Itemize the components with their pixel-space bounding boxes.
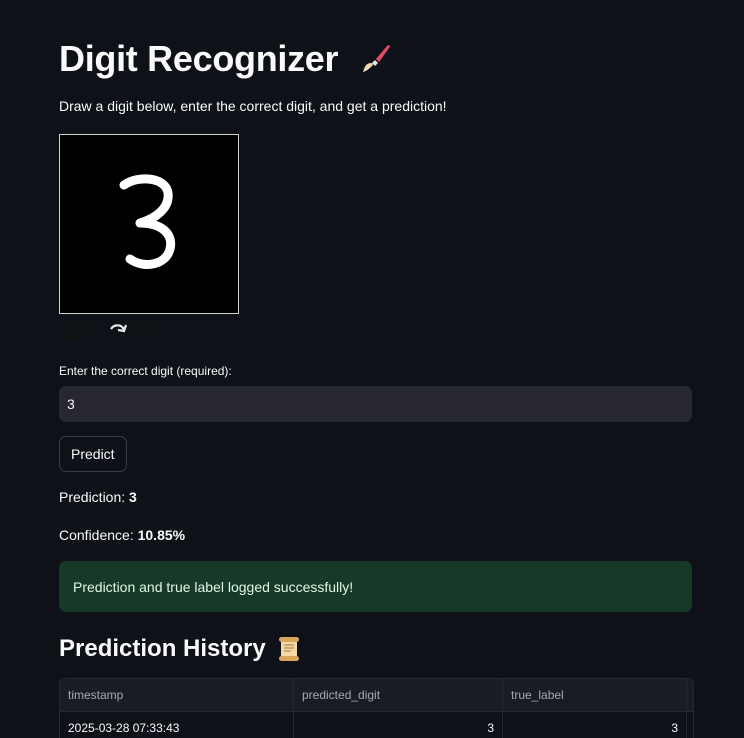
drawn-digit-stroke xyxy=(119,174,176,269)
table-cell: 3 xyxy=(294,712,503,738)
prediction-result: Prediction: 3 xyxy=(59,489,137,505)
digit-input-label: Enter the correct digit (required): xyxy=(59,364,232,378)
column-header[interactable]: timestamp xyxy=(60,679,294,711)
undo-icon[interactable] xyxy=(83,318,105,340)
digit-input[interactable] xyxy=(59,386,692,422)
prediction-label: Prediction: xyxy=(59,489,126,505)
download-icon[interactable] xyxy=(59,318,81,340)
predict-button[interactable]: Predict xyxy=(59,436,127,472)
prediction-value: 3 xyxy=(129,489,137,505)
history-table[interactable]: timestamp predicted_digit true_label 202… xyxy=(59,678,694,738)
title-row: Digit Recognizer xyxy=(59,36,394,82)
paintbrush-icon xyxy=(363,45,391,72)
history-title: Prediction History xyxy=(59,635,266,662)
app-page: Digit Recognizer Draw a digit below, ent… xyxy=(0,0,744,738)
canvas-toolbar xyxy=(59,318,153,340)
scroll-icon xyxy=(278,637,299,661)
column-header[interactable]: predicted_digit xyxy=(294,679,503,711)
redo-icon[interactable] xyxy=(107,318,129,340)
page-title: Digit Recognizer xyxy=(59,38,339,79)
history-header: Prediction History xyxy=(59,632,302,666)
confidence-label: Confidence: xyxy=(59,527,134,543)
trash-icon[interactable] xyxy=(131,318,153,340)
confidence-value: 10.85% xyxy=(137,527,186,543)
page-subtitle: Draw a digit below, enter the correct di… xyxy=(59,98,447,114)
column-header[interactable]: true_label xyxy=(503,679,687,711)
table-header-row: timestamp predicted_digit true_label xyxy=(60,679,693,712)
success-alert: Prediction and true label logged success… xyxy=(59,561,692,612)
table-cell: 2025-03-28 07:33:43 xyxy=(60,712,294,738)
drawing-canvas[interactable] xyxy=(59,134,239,314)
success-message: Prediction and true label logged success… xyxy=(73,578,354,595)
table-row: 2025-03-28 07:33:43 3 3 xyxy=(60,712,693,738)
table-cell: 3 xyxy=(503,712,687,738)
confidence-result: Confidence: 10.85% xyxy=(59,527,185,543)
